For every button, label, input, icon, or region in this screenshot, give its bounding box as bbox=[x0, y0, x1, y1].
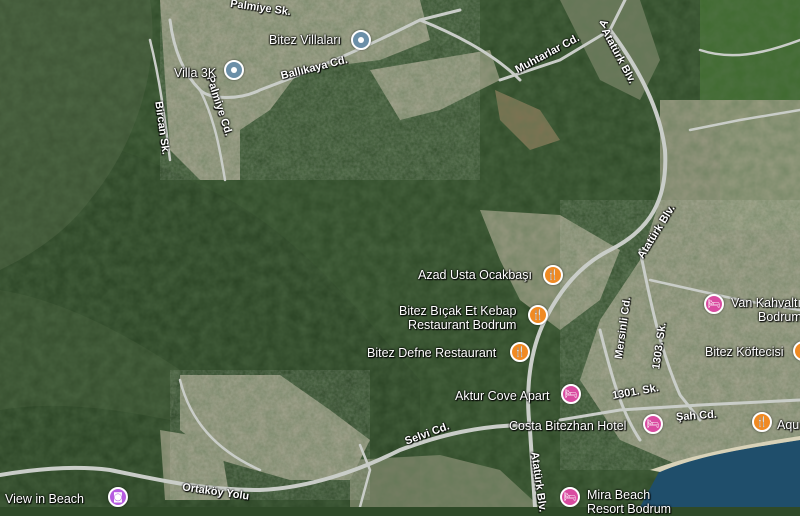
restaurant-icon[interactable]: 🍴 bbox=[543, 265, 563, 285]
hotel-icon[interactable]: 🛏 bbox=[560, 487, 580, 507]
poi-bitez-bicak-line2: Restaurant Bodrum bbox=[408, 318, 517, 332]
poi-mira-beach-line2: Resort Bodrum bbox=[587, 502, 672, 516]
poi-villa-3k-label[interactable]: Villa 3K bbox=[174, 66, 216, 80]
hotel-icon[interactable]: 🛏 bbox=[561, 384, 581, 404]
poi-view-in-beach-label[interactable]: View in Beach bbox=[5, 492, 84, 506]
poi-bitez-defne-label[interactable]: Bitez Defne Restaurant bbox=[367, 346, 496, 360]
poi-aqua-label[interactable]: Aqu bbox=[777, 418, 799, 432]
pin-dot bbox=[231, 67, 237, 73]
satellite-map[interactable] bbox=[0, 0, 800, 507]
restaurant-icon[interactable]: 🍴 bbox=[528, 305, 548, 325]
hotel-icon[interactable]: 🛏 bbox=[704, 294, 724, 314]
hotel-icon[interactable]: 🛏 bbox=[643, 414, 663, 434]
pin-dot bbox=[358, 37, 364, 43]
poi-costa-bitezhan-label[interactable]: Costa Bitezhan Hotel bbox=[509, 419, 626, 433]
place-pin-icon[interactable] bbox=[224, 60, 244, 80]
restaurant-icon[interactable]: 🍴 bbox=[752, 412, 772, 432]
poi-azad-usta-label[interactable]: Azad Usta Ocakbaşı bbox=[418, 268, 532, 282]
poi-bitez-bicak-label[interactable]: Bitez Bıçak Et Kebap Restaurant Bodrum bbox=[399, 304, 516, 332]
poi-van-kahvalti-label[interactable]: Van Kahvaltı Bodrum bbox=[731, 296, 800, 324]
place-pin-icon[interactable] bbox=[351, 30, 371, 50]
poi-aktur-cove-label[interactable]: Aktur Cove Apart bbox=[455, 389, 550, 403]
poi-van-kahvalti-line2: Bodrum bbox=[758, 310, 800, 324]
restaurant-icon[interactable]: 🍴 bbox=[510, 342, 530, 362]
urban-texture-3 bbox=[170, 370, 370, 500]
poi-mira-beach-label[interactable]: Mira Beach Resort Bodrum bbox=[587, 488, 671, 516]
poi-bitez-koftecisi-label[interactable]: Bitez Köftecisi bbox=[705, 345, 784, 359]
poi-bitez-villalari-label[interactable]: Bitez Villaları bbox=[269, 33, 341, 47]
camera-icon[interactable]: ◙ bbox=[108, 487, 128, 507]
poi-van-kahvalti-line1: Van Kahvaltı bbox=[731, 296, 800, 310]
poi-mira-beach-line1: Mira Beach bbox=[587, 488, 651, 502]
poi-bitez-bicak-line1: Bitez Bıçak Et Kebap bbox=[399, 304, 517, 318]
